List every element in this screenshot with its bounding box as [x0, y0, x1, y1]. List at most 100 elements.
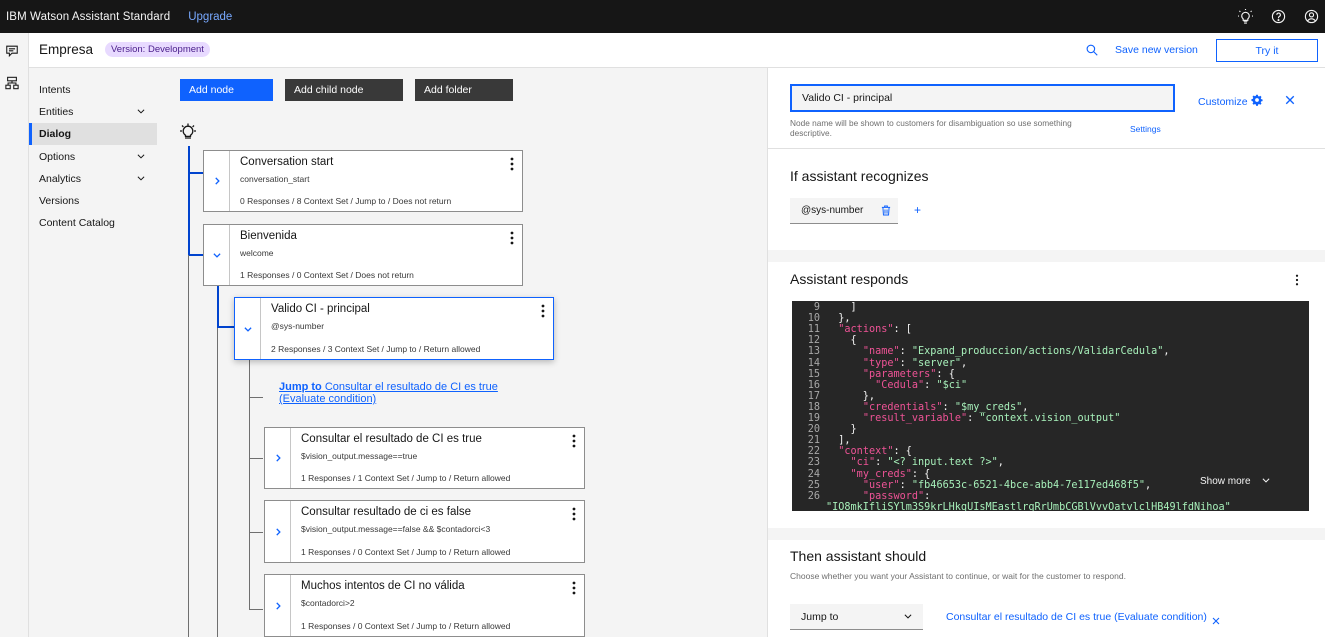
dialog-node[interactable]: Consultar resultado de ci es false $visi…: [264, 500, 585, 563]
close-icon[interactable]: [1285, 92, 1295, 110]
overflow-menu-icon[interactable]: [1295, 273, 1299, 291]
tree-connector: [188, 254, 203, 256]
then-title: Then assistant should: [790, 548, 927, 564]
json-editor[interactable]: 9 ] 10 }, 11 "actions": [12 {13 "name": "E…: [792, 301, 1309, 511]
lightbulb-icon[interactable]: [1237, 9, 1253, 25]
line-number: 25: [807, 479, 820, 491]
save-new-version-button[interactable]: Save new version: [1115, 44, 1198, 56]
add-node-button[interactable]: Add node: [180, 79, 273, 101]
chevron-down-icon: [136, 106, 146, 119]
trash-icon[interactable]: [881, 205, 891, 219]
code-line: },: [826, 313, 851, 325]
nav-options[interactable]: Options: [29, 146, 157, 168]
node-summary: 1 Responses / 0 Context Set / Jump to / …: [301, 547, 511, 557]
code-line: },: [826, 390, 876, 402]
dialog-node[interactable]: Consultar el resultado de CI es true $vi…: [264, 427, 585, 489]
line-number: 19: [807, 413, 820, 424]
dialog-node[interactable]: Conversation start conversation_start 0 …: [203, 150, 523, 212]
nav-label: Versions: [39, 195, 80, 207]
add-condition-button[interactable]: +: [914, 203, 921, 217]
nav-label: Dialog: [39, 128, 72, 140]
tree-connector: [188, 146, 190, 255]
overflow-menu-icon[interactable]: [541, 304, 545, 323]
chevron-right-icon[interactable]: [265, 428, 291, 488]
chevron-down-icon[interactable]: [204, 225, 230, 285]
next-step-select[interactable]: Jump to: [790, 604, 923, 630]
chat-icon[interactable]: [5, 44, 21, 60]
jump-to-link[interactable]: Jump to Consultar el resultado de CI es …: [279, 381, 539, 405]
chevron-down-icon: [903, 611, 913, 624]
close-icon[interactable]: [1212, 612, 1220, 630]
nav-label: Entities: [39, 106, 74, 118]
upgrade-link[interactable]: Upgrade: [188, 11, 232, 23]
chevron-right-icon[interactable]: [265, 501, 291, 562]
overflow-menu-icon[interactable]: [510, 157, 514, 176]
line-number: 9: [813, 302, 820, 313]
code-line: "Cedula": "$ci": [875, 379, 968, 391]
help-icon[interactable]: [1270, 9, 1286, 25]
overflow-menu-icon[interactable]: [572, 581, 576, 600]
chevron-down-icon: [1261, 475, 1271, 488]
line-number: 24: [807, 468, 820, 480]
overflow-menu-icon[interactable]: [572, 507, 576, 526]
overflow-menu-icon[interactable]: [510, 231, 514, 250]
node-condition: conversation_start: [240, 174, 310, 184]
show-more-button[interactable]: Show more: [1200, 475, 1271, 488]
brand-product: Watson Assistant: [30, 10, 120, 23]
nav-content-catalog[interactable]: Content Catalog: [29, 212, 157, 234]
nav-analytics[interactable]: Analytics: [29, 168, 157, 190]
nav-label: Options: [39, 151, 76, 163]
nav-intents[interactable]: Intents: [29, 79, 157, 101]
dialog-node[interactable]: Bienvenida welcome 1 Responses / 0 Conte…: [203, 224, 523, 286]
node-summary: 1 Responses / 0 Context Set / Jump to / …: [301, 621, 511, 631]
line-number: 17: [807, 390, 820, 402]
nav-label: Content Catalog: [39, 217, 115, 229]
nav-label: Analytics: [39, 173, 82, 185]
condition-chip[interactable]: @sys-number: [790, 198, 898, 224]
customize-button[interactable]: Customize: [1198, 94, 1263, 109]
jump-prefix: Jump to: [279, 381, 322, 393]
code-line: {: [826, 335, 857, 347]
nav-versions[interactable]: Versions: [29, 190, 157, 212]
tree-connector: [188, 172, 203, 174]
node-summary: 1 Responses / 1 Context Set / Jump to / …: [301, 473, 511, 483]
search-icon[interactable]: [1086, 43, 1098, 61]
chevron-right-icon[interactable]: [265, 575, 291, 636]
jump-target-link[interactable]: Consultar el resultado de CI es true (Ev…: [946, 611, 1207, 623]
user-avatar-icon[interactable]: [1303, 9, 1319, 25]
dialog-node-selected[interactable]: Valido CI - principal @sys-number 2 Resp…: [234, 297, 554, 360]
product-brand[interactable]: IBM Watson Assistant Standard: [6, 11, 170, 23]
tree-connector: [188, 255, 189, 637]
chevron-down-icon[interactable]: [235, 298, 261, 359]
code-line: "parameters": {: [862, 368, 955, 380]
nav-entities[interactable]: Entities: [29, 101, 157, 123]
nav-dialog[interactable]: Dialog: [29, 123, 157, 145]
nav-label: Intents: [39, 84, 71, 96]
add-child-node-button[interactable]: Add child node: [285, 79, 403, 101]
dialog-node[interactable]: Muchos intentos de CI no válida $contado…: [264, 574, 585, 637]
node-name-input[interactable]: Valido CI - principal: [790, 84, 1175, 112]
node-editor-panel: Valido CI - principal Customize Node nam…: [767, 68, 1325, 637]
section-gap: [768, 528, 1325, 540]
line-number: 10: [807, 313, 820, 325]
dialog-canvas: Add node Add child node Add folder Conve…: [169, 68, 767, 637]
skills-icon[interactable]: [5, 76, 21, 92]
tree-connector: [249, 609, 263, 610]
try-it-button[interactable]: Try it: [1216, 39, 1318, 62]
line-number: 12: [807, 335, 820, 347]
version-tag: Version: Development: [105, 42, 210, 57]
settings-link[interactable]: Settings: [1130, 124, 1161, 134]
code-line: "credentials": "$my_creds",: [862, 401, 1029, 413]
overflow-menu-icon[interactable]: [572, 434, 576, 453]
add-folder-button[interactable]: Add folder: [415, 79, 513, 101]
chevron-right-icon[interactable]: [204, 151, 230, 211]
code-line: "my_creds": {: [850, 468, 931, 480]
code-line: "IO8mkIfliSYlm3S9krLHkqUIsMEastlrqRrUmbC…: [826, 501, 1231, 511]
top-bar: IBM Watson Assistant Standard Upgrade: [0, 0, 1325, 33]
watson-assistant-icon: [179, 122, 197, 145]
customize-label: Customize: [1198, 95, 1248, 108]
code-line: ],: [826, 435, 851, 447]
code-line: "result_variable": "context.vision_outpu…: [862, 413, 1121, 424]
node-condition: $vision_output.message==false && $contad…: [301, 524, 491, 534]
code-line: }: [826, 424, 857, 436]
